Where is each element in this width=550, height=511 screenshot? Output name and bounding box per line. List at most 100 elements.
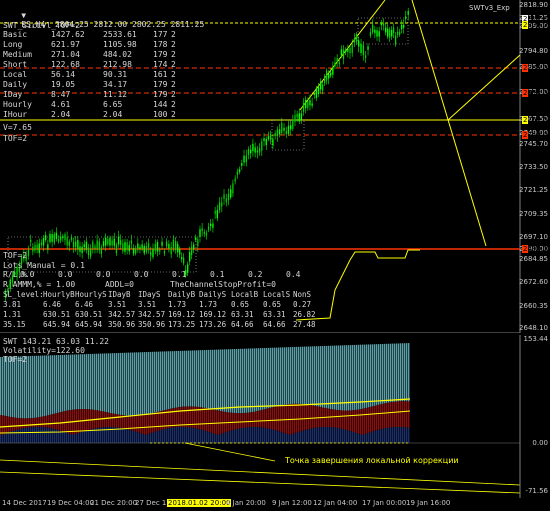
osc-bar-teal — [28, 356, 30, 419]
osc-bar-teal — [92, 353, 94, 410]
osc-bar-teal — [134, 352, 136, 416]
osc-bar-navy — [340, 428, 342, 443]
osc-bar-navy — [32, 427, 34, 443]
osc-bar-navy — [116, 427, 118, 443]
osc-bar-red — [336, 409, 338, 428]
osc-bar-teal — [180, 350, 182, 407]
osc-bar-navy — [232, 430, 234, 443]
osc-bar-navy — [2, 434, 4, 443]
price-tag: 2690.00 — [522, 245, 550, 253]
osc-bar-navy — [10, 431, 12, 443]
osc-bar-teal — [110, 353, 112, 414]
osc-bar-teal — [258, 348, 260, 411]
osc-bar-teal — [266, 347, 268, 409]
osc-bar-teal — [316, 346, 318, 407]
osc-bar-teal — [4, 356, 6, 416]
osc-bar-teal — [52, 355, 54, 415]
osc-bar-red — [4, 415, 6, 434]
osc-bar-red — [302, 404, 304, 431]
osc-bar-navy — [202, 430, 204, 443]
osc-bar-red — [142, 415, 144, 435]
osc-bar-navy — [34, 427, 36, 443]
osc-bar-teal — [218, 349, 220, 411]
osc-bar-red — [242, 413, 244, 428]
osc-bar-teal — [162, 351, 164, 411]
osc-bar-teal — [60, 354, 62, 413]
osc-bar-red — [308, 404, 310, 430]
osc-bar-red — [314, 405, 316, 428]
osc-bar-teal — [288, 347, 290, 405]
osc-bar-navy — [38, 427, 40, 443]
time-axis-label: 17 Jan 00:00 — [362, 499, 407, 507]
osc-bar-red — [334, 409, 336, 428]
osc-bar-teal — [106, 353, 108, 413]
osc-bar-navy — [162, 429, 164, 443]
osc-bar-navy — [214, 434, 216, 443]
osc-bar-red — [252, 411, 254, 428]
oscillator-chart[interactable] — [0, 335, 550, 498]
osc-bar-red — [304, 404, 306, 431]
price-tag: 2809.00 — [522, 21, 550, 29]
price-tag: 2785.00 — [522, 64, 550, 72]
osc-bar-navy — [358, 433, 360, 443]
osc-bar-navy — [362, 434, 364, 443]
osc-bar-red — [16, 417, 18, 430]
osc-bar-teal — [72, 354, 74, 410]
osc-bar-red — [230, 412, 232, 431]
osc-bar-red — [380, 404, 382, 430]
osc-bar-navy — [348, 430, 350, 443]
oscillator-panel[interactable]: SWT 143.21 63.03 11.22 Volatility=122.60… — [0, 335, 550, 498]
osc-bar-teal — [228, 349, 230, 413]
osc-bar-red — [372, 406, 374, 432]
osc-bar-navy — [278, 431, 280, 443]
osc-bar-teal — [378, 344, 380, 405]
osc-bar-teal — [252, 348, 254, 412]
osc-bar-red — [32, 418, 34, 428]
price-tags: 2811.25 2809.00 2785.00 2772.00 2767.50 2749.… — [0, 0, 550, 333]
osc-bar-teal — [324, 345, 326, 408]
osc-bar-navy — [392, 427, 394, 443]
osc-bar-red — [148, 414, 150, 434]
osc-bar-navy — [54, 429, 56, 443]
osc-bar-teal — [212, 349, 214, 410]
osc-bar-teal — [68, 354, 70, 411]
osc-bar-red — [256, 411, 258, 428]
osc-bar-navy — [78, 433, 80, 443]
osc-bar-navy — [186, 427, 188, 443]
osc-bar-red — [358, 409, 360, 434]
osc-bar-teal — [388, 343, 390, 403]
osc-bar-teal — [272, 347, 274, 408]
osc-bar-navy — [294, 433, 296, 443]
osc-bar-navy — [236, 429, 238, 443]
osc-bar-teal — [268, 347, 270, 409]
osc-bar-red — [226, 412, 228, 432]
osc-bar-navy — [356, 433, 358, 443]
osc-bar-navy — [354, 432, 356, 443]
price-tag: 2767.50 — [522, 116, 550, 124]
osc-bar-teal — [384, 343, 386, 404]
osc-bar-navy — [52, 428, 54, 443]
main-chart-panel[interactable]: ▼ ES,H4 2804.25 2812.00 2802.25 2811.25 … — [0, 0, 550, 333]
osc-bar-red — [342, 410, 344, 430]
osc-bar-teal — [178, 350, 180, 408]
sub-axis-min: -71.56 — [525, 487, 548, 495]
osc-bar-navy — [342, 429, 344, 443]
time-axis-label: 14 Dec 2017 — [2, 499, 47, 507]
osc-bar-red — [186, 406, 188, 428]
osc-bar-navy — [42, 427, 44, 443]
osc-bar-teal — [380, 344, 382, 405]
osc-bar-red — [222, 411, 224, 434]
osc-bar-navy — [400, 427, 402, 443]
osc-bar-teal — [230, 349, 232, 413]
osc-bar-navy — [222, 433, 224, 443]
osc-bar-navy — [306, 429, 308, 443]
osc-bar-red — [370, 406, 372, 433]
osc-bar-teal — [404, 343, 406, 402]
osc-bar-teal — [386, 343, 388, 403]
osc-bar-teal — [30, 355, 32, 419]
osc-bar-teal — [22, 356, 24, 419]
osc-bar-red — [8, 416, 10, 433]
osc-bar-navy — [216, 434, 218, 443]
osc-bar-red — [250, 412, 252, 428]
osc-bar-red — [366, 407, 368, 434]
